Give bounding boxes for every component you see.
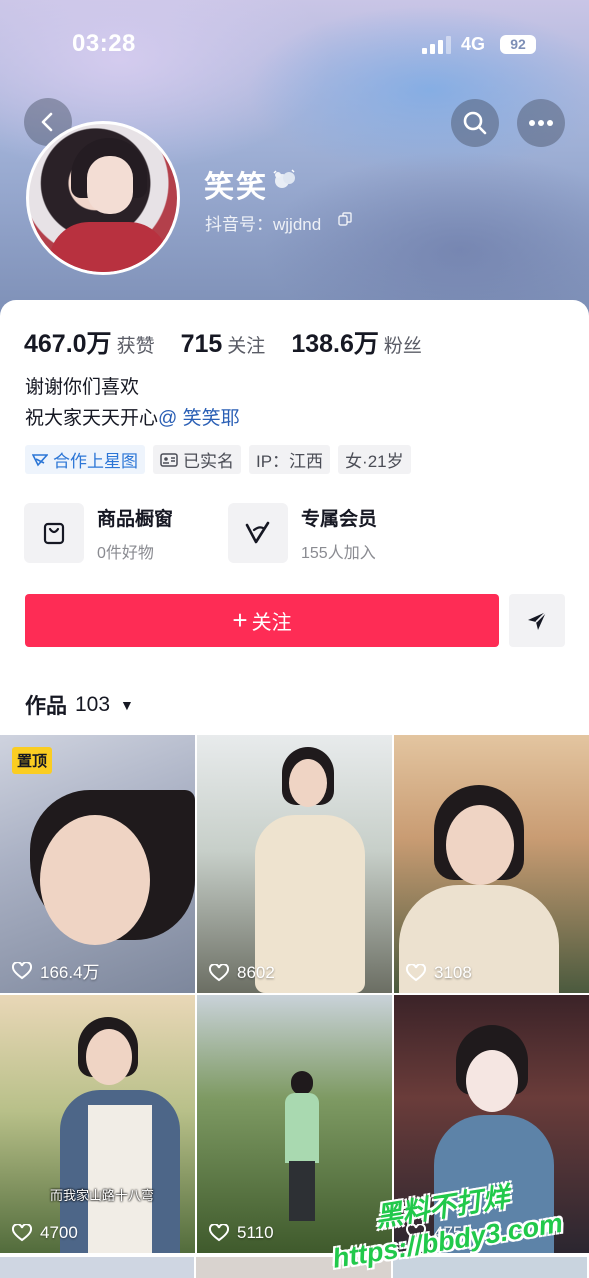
service-shop-window[interactable]: 商品橱窗 0件好物 xyxy=(24,503,228,563)
thumbnail-body xyxy=(285,1093,319,1163)
heart-icon xyxy=(12,961,32,979)
likes-count: 3108 xyxy=(434,963,472,982)
video-likes: 166.4万 xyxy=(12,958,100,983)
tag-verified[interactable]: 已实名 xyxy=(153,445,241,474)
thumbnail-face xyxy=(466,1050,518,1112)
send-icon xyxy=(528,610,547,630)
cloud-badge-icon xyxy=(273,169,295,188)
bio-line: 谢谢你们喜欢 xyxy=(25,377,140,398)
avatar-face-shape xyxy=(87,156,133,214)
stat-value: 715 xyxy=(180,330,223,358)
profile-bio: 谢谢你们喜欢 祝大家天天开心@ 笑笑耶 xyxy=(25,372,240,434)
copy-icon[interactable] xyxy=(338,212,352,226)
thumbnail-face xyxy=(446,805,514,885)
tag-ip: IP：江西 xyxy=(249,445,331,474)
heart-icon xyxy=(12,1224,32,1242)
avatar-shirt-shape xyxy=(49,222,169,272)
status-time: 03:28 xyxy=(72,30,136,57)
follow-label: 关注 xyxy=(251,612,292,634)
works-tab[interactable]: 作品 103 ▼ xyxy=(25,690,134,720)
account-id: 抖音号：wjjdnd xyxy=(205,215,322,234)
tag-label: 女·21岁 xyxy=(345,452,404,471)
bio-line: 祝大家天天开心@ 笑笑耶 xyxy=(25,403,240,434)
stat-value: 138.6万 xyxy=(291,330,379,358)
tag-star-map[interactable]: 合作上星图 xyxy=(25,445,145,474)
thumbnail-face xyxy=(289,759,327,807)
signal-icon xyxy=(422,36,452,54)
avatar[interactable] xyxy=(26,121,180,275)
status-bar: 03:28 4G 92 xyxy=(0,0,589,88)
more-dots-icon xyxy=(529,120,553,126)
likes-count: 5110 xyxy=(237,1223,274,1242)
pinned-badge: 置顶 xyxy=(12,747,53,774)
thumbnail-figure xyxy=(291,1071,313,1095)
more-button[interactable] xyxy=(517,99,565,147)
follow-button[interactable]: + 关注 xyxy=(25,594,499,647)
profile-services: 商品橱窗 0件好物 专属会员 155人加入 xyxy=(24,503,432,563)
heart-icon xyxy=(209,1224,229,1242)
thumbnail-face xyxy=(40,815,150,945)
video-tile-partial[interactable] xyxy=(0,1257,195,1278)
video-likes: 8602 xyxy=(209,963,275,983)
video-tile[interactable]: 3108 xyxy=(394,735,589,993)
tag-label: 已实名 xyxy=(183,452,234,471)
shopping-bag-icon xyxy=(43,522,65,545)
tag-label: 合作上星图 xyxy=(53,452,138,471)
stat-label: 关注 xyxy=(227,336,266,357)
video-likes: 3108 xyxy=(406,963,472,983)
video-grid-next-row xyxy=(0,1257,589,1278)
service-text: 专属会员 155人加入 xyxy=(301,504,377,563)
stat-followers[interactable]: 138.6万 粉丝 xyxy=(291,324,422,360)
network-type: 4G xyxy=(461,34,486,54)
member-v-icon xyxy=(245,521,270,544)
heart-icon xyxy=(209,964,229,982)
profile-nickname: 笑笑 xyxy=(204,171,268,204)
thumbnail-face xyxy=(86,1029,132,1085)
video-likes: 5110 xyxy=(209,1223,274,1243)
battery-indicator: 92 xyxy=(500,35,536,54)
stat-label: 获赞 xyxy=(116,336,155,357)
service-subtitle: 0件好物 xyxy=(97,544,154,562)
caret-down-icon: ▼ xyxy=(120,697,134,713)
video-tile[interactable]: 而我家山路十八弯 4700 xyxy=(0,995,195,1253)
video-caption: 而我家山路十八弯 xyxy=(50,1188,155,1203)
id-card-icon xyxy=(160,452,178,467)
star-map-icon xyxy=(32,453,48,466)
video-likes: 4700 xyxy=(12,1223,78,1243)
search-icon xyxy=(463,111,487,135)
likes-count: 8602 xyxy=(237,963,275,982)
bio-mention-link[interactable]: @ 笑笑耶 xyxy=(158,408,240,429)
stat-likes[interactable]: 467.0万 获赞 xyxy=(24,324,155,360)
search-button[interactable] xyxy=(451,99,499,147)
back-arrow-icon xyxy=(41,112,53,132)
profile-stats: 467.0万 获赞 715 关注 138.6万 粉丝 xyxy=(24,324,448,358)
thumbnail-shirt xyxy=(88,1105,152,1253)
service-icon-box xyxy=(228,503,288,563)
service-subtitle: 155人加入 xyxy=(301,544,376,562)
works-count: 103 xyxy=(75,693,111,716)
service-title: 商品橱窗 xyxy=(97,508,174,530)
video-tile[interactable]: 置顶 166.4万 xyxy=(0,735,195,993)
service-icon-box xyxy=(24,503,84,563)
tag-label: IP：江西 xyxy=(256,452,324,471)
stat-value: 467.0万 xyxy=(24,330,112,358)
tag-gender-age: 女·21岁 xyxy=(338,445,411,474)
stat-label: 粉丝 xyxy=(383,336,422,357)
bio-text: 祝大家天天开心 xyxy=(25,408,159,429)
likes-count: 4700 xyxy=(40,1223,78,1242)
heart-icon xyxy=(406,964,426,982)
video-tile[interactable]: 8602 xyxy=(197,735,392,993)
profile-tags: 合作上星图 已实名 IP：江西 女·21岁 xyxy=(25,445,419,474)
service-membership[interactable]: 专属会员 155人加入 xyxy=(228,503,432,563)
works-label: 作品 xyxy=(25,695,67,718)
service-title: 专属会员 xyxy=(301,508,378,530)
service-text: 商品橱窗 0件好物 xyxy=(97,504,173,563)
plus-icon: + xyxy=(232,605,248,635)
share-button[interactable] xyxy=(509,594,565,647)
likes-count: 166.4万 xyxy=(40,963,100,982)
stat-following[interactable]: 715 关注 xyxy=(181,330,266,359)
